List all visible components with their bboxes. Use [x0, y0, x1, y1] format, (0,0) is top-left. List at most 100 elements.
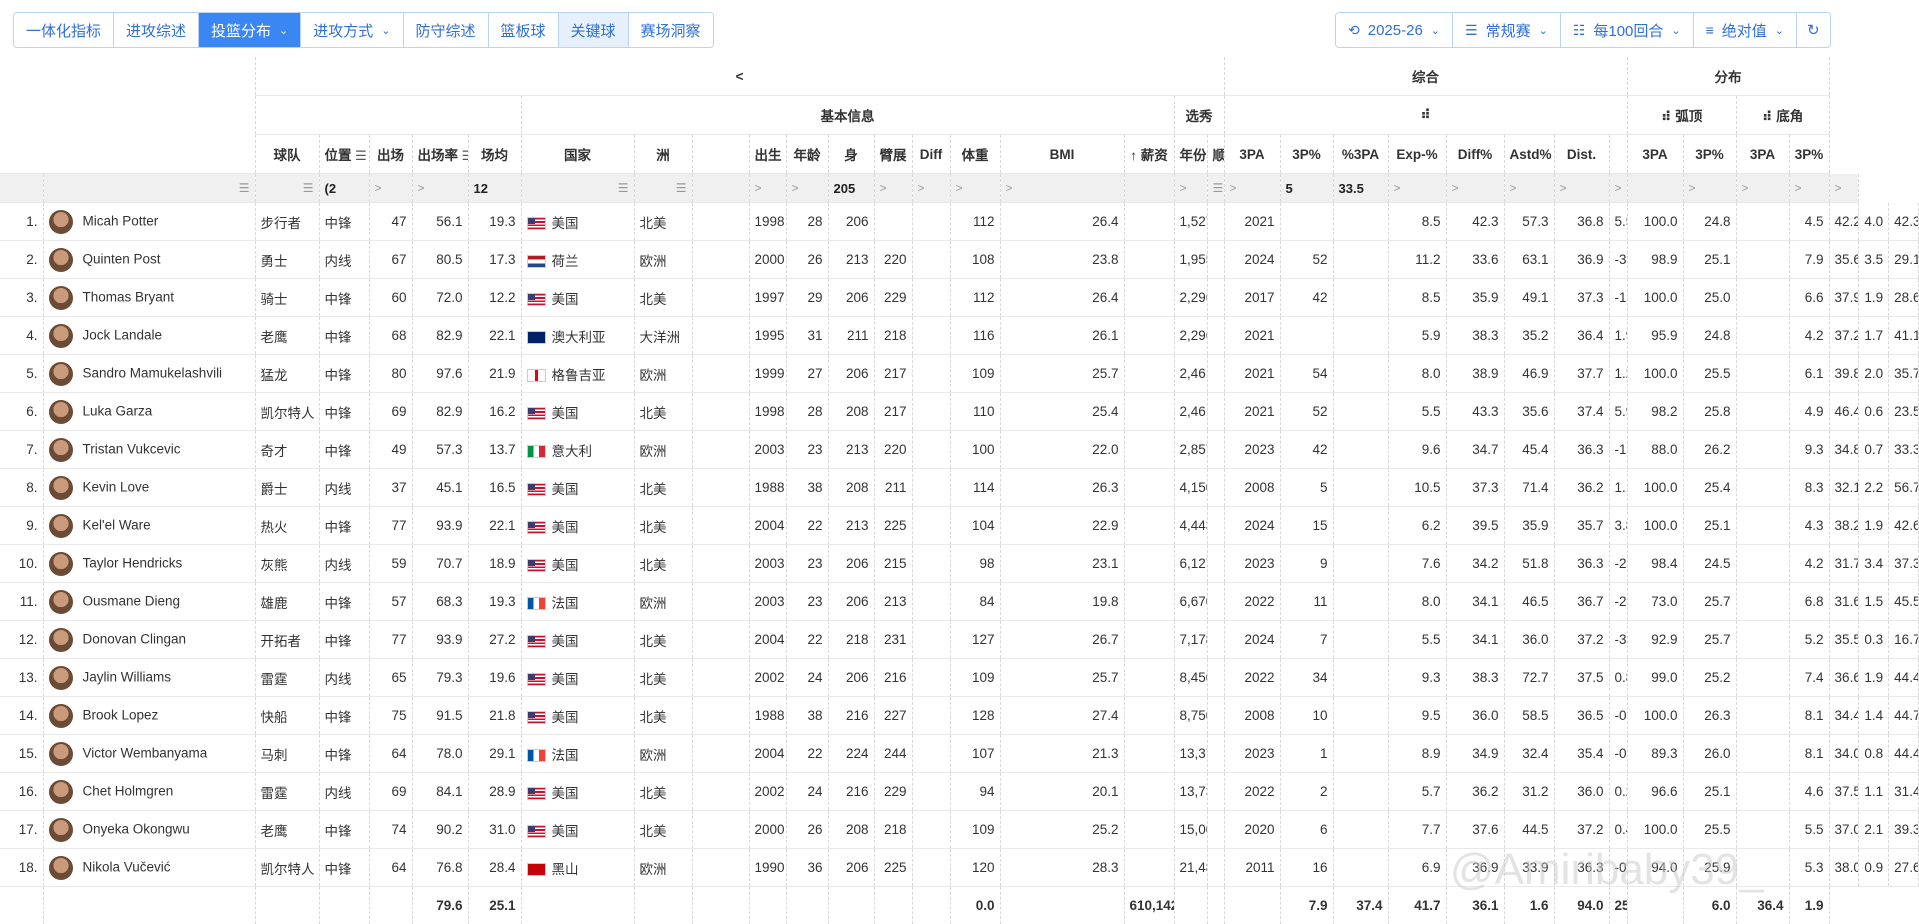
filter-input[interactable]: >	[1736, 174, 1789, 203]
col-header[interactable]: Diff	[912, 135, 950, 174]
table-row[interactable]: 1.Micah Potter步行者中锋4756.119.3美国北美1998282…	[0, 203, 1919, 241]
col-header[interactable]	[692, 135, 749, 174]
table-row[interactable]: 2.Quinten Post勇士内线6780.517.3荷兰欧洲20002621…	[0, 241, 1919, 279]
filter-input[interactable]: 5	[1280, 174, 1333, 203]
player-name[interactable]: Luka Garza	[43, 393, 255, 431]
col-header[interactable]: 臂展	[874, 135, 912, 174]
col-header[interactable]: 身	[828, 135, 874, 174]
filter-input[interactable]	[0, 174, 43, 203]
player-name[interactable]: Tristan Vukcevic	[43, 431, 255, 469]
filter-input[interactable]: >	[912, 174, 950, 203]
col-header[interactable]: 位置 ☰	[319, 135, 369, 174]
filter-input[interactable]	[692, 174, 749, 203]
col-header[interactable]: Diff%	[1446, 135, 1504, 174]
filter-icon[interactable]: ☰	[352, 148, 367, 163]
table-row[interactable]: 7.Tristan Vukcevic奇才中锋4957.313.7意大利欧洲200…	[0, 431, 1919, 469]
col-header[interactable]: 3PA	[1736, 135, 1789, 174]
filter-input[interactable]: >	[1000, 174, 1124, 203]
filter-input[interactable]: >	[1446, 174, 1504, 203]
filter-input[interactable]: 33.5	[1333, 174, 1388, 203]
player-name[interactable]: Victor Wembanyama	[43, 735, 255, 773]
filter-input[interactable]: >	[950, 174, 1000, 203]
player-name[interactable]: Onyeka Okongwu	[43, 811, 255, 849]
col-header[interactable]: 年龄	[786, 135, 828, 174]
filter-input[interactable]: >	[1829, 174, 1859, 203]
player-name[interactable]: Quinten Post	[43, 241, 255, 279]
season-select[interactable]: ⟲2025-26⌄	[1336, 13, 1453, 47]
filter-input[interactable]: >	[1554, 174, 1609, 203]
table-row[interactable]: 16.Chet Holmgren雷霆内线6984.128.9美国北美200224…	[0, 773, 1919, 811]
filter-icon[interactable]: ☰	[634, 174, 692, 203]
table-row[interactable]: 4.Jock Landale老鹰中锋6882.922.1澳大利亚大洋洲19953…	[0, 317, 1919, 355]
player-name[interactable]: Thomas Bryant	[43, 279, 255, 317]
col-header[interactable]: Astd%	[1504, 135, 1554, 174]
player-name[interactable]: Chet Holmgren	[43, 773, 255, 811]
filter-input[interactable]	[1124, 174, 1174, 203]
player-name[interactable]: Micah Potter	[43, 203, 255, 241]
table-row[interactable]: 6.Luka Garza凯尔特人中锋6982.916.2美国北美19982820…	[0, 393, 1919, 431]
tab-2[interactable]: 投篮分布⌄	[199, 13, 301, 47]
filter-input[interactable]: 205	[828, 174, 874, 203]
player-name[interactable]: Kevin Love	[43, 469, 255, 507]
season-type-select[interactable]: ☰常规赛⌄	[1453, 13, 1561, 47]
col-header[interactable]: 出生	[749, 135, 786, 174]
tab-6[interactable]: 关键球	[559, 13, 629, 47]
filter-input[interactable]: >	[412, 174, 468, 203]
refresh-button[interactable]: ↻	[1797, 13, 1830, 47]
filter-input[interactable]: >	[369, 174, 412, 203]
table-row[interactable]: 12.Donovan Clingan开拓者中锋7793.927.2美国北美200…	[0, 621, 1919, 659]
player-name[interactable]: Kel'el Ware	[43, 507, 255, 545]
tab-7[interactable]: 赛场洞察	[629, 13, 713, 47]
filter-input[interactable]: >	[1609, 174, 1627, 203]
tab-1[interactable]: 进攻综述	[114, 13, 199, 47]
filter-input[interactable]: >	[1174, 174, 1207, 203]
col-header[interactable]	[1609, 135, 1627, 174]
table-row[interactable]: 17.Onyeka Okongwu老鹰中锋7490.231.0美国北美20002…	[0, 811, 1919, 849]
col-header[interactable]: 出场率 ☰	[412, 135, 468, 174]
player-name[interactable]: Ousmane Dieng	[43, 583, 255, 621]
tab-4[interactable]: 防守综述	[404, 13, 489, 47]
player-name[interactable]: Nikola Vučević	[43, 849, 255, 887]
filter-input[interactable]: >	[1683, 174, 1736, 203]
player-name[interactable]: Donovan Clingan	[43, 621, 255, 659]
table-row[interactable]: 3.Thomas Bryant骑士中锋6072.012.2美国北美1997292…	[0, 279, 1919, 317]
col-header[interactable]: 洲	[634, 135, 692, 174]
filter-input[interactable]: >	[749, 174, 786, 203]
col-header[interactable]: 3P%	[1683, 135, 1736, 174]
filter-input[interactable]: 12	[468, 174, 521, 203]
table-row[interactable]: 8.Kevin Love爵士内线3745.116.5美国北美1988382082…	[0, 469, 1919, 507]
col-header[interactable]: %3PA	[1333, 135, 1388, 174]
player-name[interactable]: Brook Lopez	[43, 697, 255, 735]
player-name[interactable]: Jock Landale	[43, 317, 255, 355]
value-mode-select[interactable]: ≡绝对值⌄	[1694, 13, 1797, 47]
filter-input[interactable]	[1627, 174, 1683, 203]
col-header[interactable]: 出场	[369, 135, 412, 174]
player-name[interactable]: Sandro Mamukelashvili	[43, 355, 255, 393]
table-row[interactable]: 14.Brook Lopez快船中锋7591.521.8美国北美19883821…	[0, 697, 1919, 735]
filter-input[interactable]: >	[1224, 174, 1280, 203]
player-name[interactable]: Jaylin Williams	[43, 659, 255, 697]
col-header[interactable]: 3P%	[1280, 135, 1333, 174]
per-mode-select[interactable]: ☷每100回合⌄	[1561, 13, 1694, 47]
table-row[interactable]: 15.Victor Wembanyama马刺中锋6478.029.1法国欧洲20…	[0, 735, 1919, 773]
filter-icon[interactable]: ☰	[43, 174, 255, 203]
col-header[interactable]: 顺位	[1207, 135, 1224, 174]
filter-input[interactable]: >	[786, 174, 828, 203]
filter-icon[interactable]: ☰	[521, 174, 634, 203]
col-header[interactable]: BMI	[1000, 135, 1124, 174]
tab-3[interactable]: 进攻方式⌄	[301, 13, 403, 47]
filter-input[interactable]: >	[874, 174, 912, 203]
filter-icon[interactable]: ☰	[1207, 174, 1224, 203]
filter-icon[interactable]: ☰	[255, 174, 319, 203]
table-row[interactable]: 13.Jaylin Williams雷霆内线6579.319.6美国北美2002…	[0, 659, 1919, 697]
col-header[interactable]: ↑ 薪资	[1124, 135, 1174, 174]
table-row[interactable]: 5.Sandro Mamukelashvili猛龙中锋8097.621.9格鲁吉…	[0, 355, 1919, 393]
tab-5[interactable]: 篮板球	[489, 13, 559, 47]
filter-input[interactable]: >	[1789, 174, 1829, 203]
filter-input[interactable]: >	[1388, 174, 1446, 203]
tab-0[interactable]: 一体化指标	[14, 13, 114, 47]
col-header[interactable]: 3P%	[1789, 135, 1829, 174]
col-header[interactable]: 年份	[1174, 135, 1207, 174]
col-header[interactable]: Dist.	[1554, 135, 1609, 174]
col-header[interactable]: 3PA	[1627, 135, 1683, 174]
